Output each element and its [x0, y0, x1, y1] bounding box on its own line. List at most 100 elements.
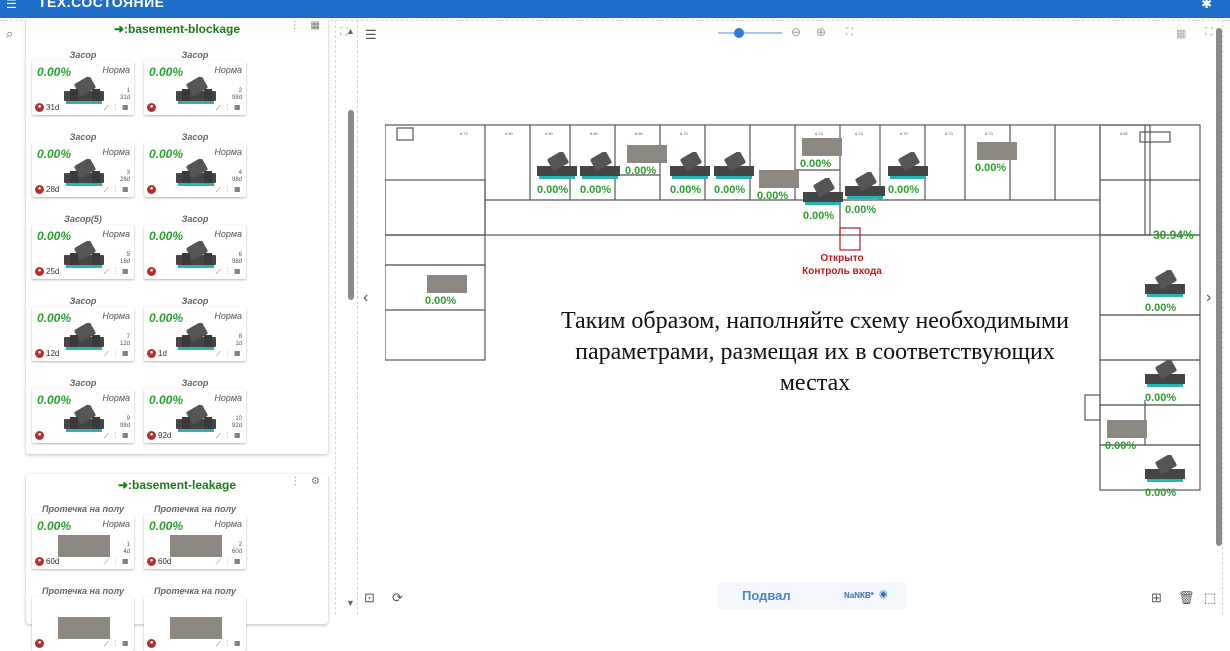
map-sensor[interactable]: 0.00%	[888, 152, 932, 198]
card-tools-icons[interactable]: ⟋ ⋮ ▦	[216, 105, 242, 113]
sensor-card[interactable]: ● ⟋ ⋮ ▦	[144, 597, 246, 651]
last-update: 28d	[46, 185, 60, 194]
search-icon[interactable]: ⌕	[6, 26, 13, 42]
group-menu-icons[interactable]: ⋮ ▦	[290, 20, 324, 31]
sensor-status: Норма	[214, 65, 242, 75]
expand-icon[interactable]: ⛶	[340, 26, 348, 39]
sensor-value[interactable]: 30.94%	[1153, 228, 1194, 242]
map-sensor[interactable]: 0.00%	[625, 145, 669, 191]
eye-icon[interactable]: ◉	[879, 589, 888, 600]
zoom-slider-handle[interactable]	[734, 28, 744, 38]
map-sensor[interactable]: 0.00%	[757, 170, 801, 216]
gear-icon[interactable]: ✱	[1201, 0, 1212, 12]
map-sensor[interactable]: 0.00%	[1145, 270, 1189, 316]
sensor-card[interactable]: 0.00% Норма 4 98d ● ⟋ ⋮ ▦	[144, 143, 246, 197]
delete-icon[interactable]: 🗑	[1178, 590, 1195, 606]
sensor-title: Засор	[69, 378, 97, 388]
sensor-card[interactable]: 0.00% Норма 1 4d ● 60d ⟋ ⋮ ▦	[32, 515, 134, 569]
map-sensor[interactable]: 0.00%	[670, 152, 714, 198]
svg-text:6.80: 6.80	[635, 131, 644, 136]
card-tools-icons[interactable]: ⟋ ⋮ ▦	[216, 559, 242, 567]
map-sensor[interactable]: 0.00%	[1105, 420, 1149, 466]
door-label[interactable]: Контроль входа	[796, 265, 888, 278]
scroll-down-icon[interactable]: ▼	[346, 598, 355, 608]
zoom-slider[interactable]	[718, 32, 782, 34]
center-icon[interactable]: ⊡	[364, 590, 375, 606]
svg-text:6.80: 6.80	[590, 131, 599, 136]
sensor-title: Засор	[181, 296, 209, 306]
card-tools-icons[interactable]: ⟋ ⋮ ▦	[104, 641, 130, 649]
sensor-card[interactable]: 0.00% Норма 2 98d ● ⟋ ⋮ ▦	[144, 61, 246, 115]
card-tools-icons[interactable]: ⟋ ⋮ ▦	[104, 351, 130, 359]
sensor-title: Засор	[69, 132, 97, 142]
add-file-icon[interactable]: ⊞	[1151, 590, 1162, 606]
sensor-card[interactable]: 0.00% Норма 6 98d ● ⟋ ⋮ ▦	[144, 225, 246, 279]
left-scrollbar[interactable]	[348, 110, 354, 300]
sensor-card[interactable]: ● ⟋ ⋮ ▦	[32, 597, 134, 651]
pipe-blockage-icon	[176, 323, 216, 350]
menu-icon[interactable]: ☰	[6, 0, 17, 11]
sensor-status: Норма	[102, 311, 130, 321]
zoom-out-icon[interactable]: ⊖	[791, 25, 801, 39]
card-tools-icons[interactable]: ⟋ ⋮ ▦	[104, 269, 130, 277]
alert-icon: ●	[147, 103, 156, 112]
sensor-card[interactable]: 0.00% Норма 2 60d ● 60d ⟋ ⋮ ▦	[144, 515, 246, 569]
top-bar: ☰ ТЕХ.СОСТОЯНИЕ ✱	[0, 0, 1230, 18]
svg-text:6.73: 6.73	[460, 131, 469, 136]
group-menu-icons[interactable]: ⋮ ⚙	[290, 476, 324, 487]
sensor-value: 0.00%	[1105, 440, 1137, 452]
map-sensor[interactable]: 0.00%	[803, 178, 847, 224]
map-sensor[interactable]: 0.00%	[537, 152, 581, 198]
map-sensor[interactable]: 0.00%	[1145, 360, 1189, 406]
sensor-title: Засор	[181, 132, 209, 142]
map-sensor[interactable]: 0.00%	[714, 152, 758, 198]
refresh-icon[interactable]: ⟳	[392, 590, 403, 606]
sensor-value: 0.00%	[1145, 487, 1177, 499]
list-icon[interactable]: ☰	[365, 27, 377, 43]
svg-text:6.70: 6.70	[900, 131, 909, 136]
fit-screen-icon[interactable]: ⛶	[846, 27, 853, 38]
card-tools-icons[interactable]: ⟋ ⋮ ▦	[104, 187, 130, 195]
sensor-card[interactable]: 0.00% Норма 5 18d ● 25d ⟋ ⋮ ▦	[32, 225, 134, 279]
svg-text:6.73: 6.73	[815, 131, 824, 136]
map-sensor[interactable]: 0.00%	[425, 275, 469, 321]
card-tools-icons[interactable]: ⟋ ⋮ ▦	[216, 351, 242, 359]
card-tools-icons[interactable]: ⟋ ⋮ ▦	[216, 269, 242, 277]
last-update: 31d	[46, 103, 60, 112]
fullscreen-icon[interactable]: ⛶	[1205, 26, 1213, 39]
save-icon[interactable]: ⬚	[1204, 590, 1216, 606]
floor-name[interactable]: Подвал	[742, 588, 791, 603]
map-sensor[interactable]: 0.00%	[975, 142, 1019, 188]
sensor-card[interactable]: 0.00% Норма 3 28d ● 28d ⟋ ⋮ ▦	[32, 143, 134, 197]
sensor-value: 0.00%	[537, 184, 569, 196]
pipe-blockage-icon	[1145, 360, 1185, 387]
map-sensor[interactable]: 0.00%	[845, 172, 889, 218]
right-scrollbar[interactable]	[1216, 28, 1222, 546]
redacted-image	[977, 142, 1017, 160]
redacted-image	[58, 617, 110, 639]
sensor-card[interactable]: 0.00% Норма 9 98d ● ⟋ ⋮ ▦	[32, 389, 134, 443]
card-tools-icons[interactable]: ⟋ ⋮ ▦	[104, 105, 130, 113]
sensor-value: 0.00%	[1145, 302, 1177, 314]
sensor-title: Засор	[69, 296, 97, 306]
card-tools-icons[interactable]: ⟋ ⋮ ▦	[216, 641, 242, 649]
card-tools-icons[interactable]: ⟋ ⋮ ▦	[216, 187, 242, 195]
zoom-in-icon[interactable]: ⊕	[816, 25, 826, 39]
map-sensor[interactable]: 0.00%	[1145, 455, 1189, 501]
map-sensor[interactable]: 0.00%	[580, 152, 624, 198]
card-tools-icons[interactable]: ⟋ ⋮ ▦	[104, 433, 130, 441]
chevron-left-icon[interactable]: ‹	[363, 289, 368, 307]
sensor-value: 0.00%	[888, 184, 920, 196]
sensor-card[interactable]: 0.00% Норма 7 12d ● 12d ⟋ ⋮ ▦	[32, 307, 134, 361]
card-tools-icons[interactable]: ⟋ ⋮ ▦	[216, 433, 242, 441]
pipe-blockage-icon	[1145, 270, 1185, 297]
sensor-title: Засор(5)	[64, 214, 102, 224]
sensor-card[interactable]: 0.00% Норма 1 31d ● 31d ⟋ ⋮ ▦	[32, 61, 134, 115]
last-update: 25d	[46, 267, 60, 276]
card-tools-icons[interactable]: ⟋ ⋮ ▦	[104, 559, 130, 567]
sensor-age: 98d	[231, 177, 242, 183]
qr-icon[interactable]: ▦	[1176, 27, 1186, 40]
sensor-card[interactable]: 0.00% Норма 10 92d ● 92d ⟋ ⋮ ▦	[144, 389, 246, 443]
redacted-image	[802, 138, 842, 156]
sensor-card[interactable]: 0.00% Норма 8 1d ● 1d ⟋ ⋮ ▦	[144, 307, 246, 361]
